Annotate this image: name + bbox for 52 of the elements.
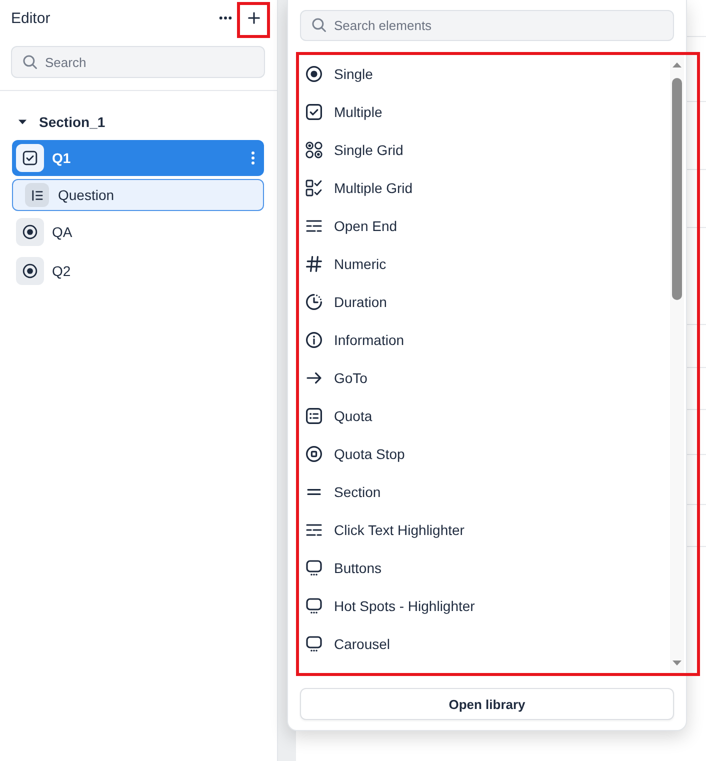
scrollbar-thumb[interactable]	[672, 78, 682, 300]
element-option[interactable]: Duration	[299, 283, 666, 321]
search-icon	[311, 17, 327, 33]
info-icon	[305, 331, 323, 349]
scrollbar[interactable]	[670, 55, 684, 673]
radio-icon	[16, 218, 44, 246]
element-option[interactable]: Single Grid	[299, 131, 666, 169]
monitor-icon	[305, 635, 323, 653]
panel-title: Editor	[11, 10, 50, 26]
element-option[interactable]: Multiple	[299, 93, 666, 131]
timer-icon	[305, 293, 323, 311]
section-header[interactable]: Section_1	[12, 108, 106, 136]
element-option[interactable]: Carousel	[299, 625, 666, 663]
hash-icon	[305, 255, 323, 273]
kebab-menu-icon[interactable]	[251, 151, 255, 165]
list-icon	[305, 407, 323, 425]
element-option[interactable]: Click Text Highlighter	[299, 511, 666, 549]
element-option[interactable]: Quota	[299, 397, 666, 435]
open-library-button[interactable]: Open library	[300, 688, 674, 720]
search-field[interactable]: Search	[11, 46, 265, 78]
tree-item[interactable]: Q1	[12, 140, 264, 176]
element-option[interactable]: Buttons	[299, 549, 666, 587]
element-option[interactable]: Numeric	[299, 245, 666, 283]
list-icon	[25, 183, 49, 207]
stop-icon	[305, 445, 323, 463]
radio-grid-icon	[305, 141, 323, 159]
element-option[interactable]: Multiple Grid	[299, 169, 666, 207]
checkbox-grid-icon	[305, 179, 323, 197]
element-option[interactable]: Single	[299, 55, 666, 93]
scroll-down-icon[interactable]	[672, 660, 682, 666]
tree-item[interactable]: QA	[12, 214, 264, 250]
monitor-icon	[305, 597, 323, 615]
search-field[interactable]: Search elements	[300, 10, 674, 41]
more-icon[interactable]	[219, 16, 232, 20]
tree-item[interactable]: Q2	[12, 253, 264, 289]
text-lines-icon	[305, 217, 323, 235]
radio-icon	[305, 65, 323, 83]
checkbox-icon	[16, 144, 44, 172]
element-option[interactable]: Open End	[299, 207, 666, 245]
element-option[interactable]: GoTo	[299, 359, 666, 397]
text-lines-icon	[305, 521, 323, 539]
search-icon	[22, 54, 38, 70]
element-option[interactable]: Section	[299, 473, 666, 511]
element-option[interactable]: Information	[299, 321, 666, 359]
element-option[interactable]: Hot Spots - Highlighter	[299, 587, 666, 625]
checkbox-icon	[305, 103, 323, 121]
scroll-up-icon[interactable]	[672, 62, 682, 68]
element-option[interactable]: Quota Stop	[299, 435, 666, 473]
tree-item[interactable]: Question	[12, 179, 264, 211]
plus-icon	[248, 12, 260, 24]
radio-icon	[16, 257, 44, 285]
monitor-icon	[305, 559, 323, 577]
